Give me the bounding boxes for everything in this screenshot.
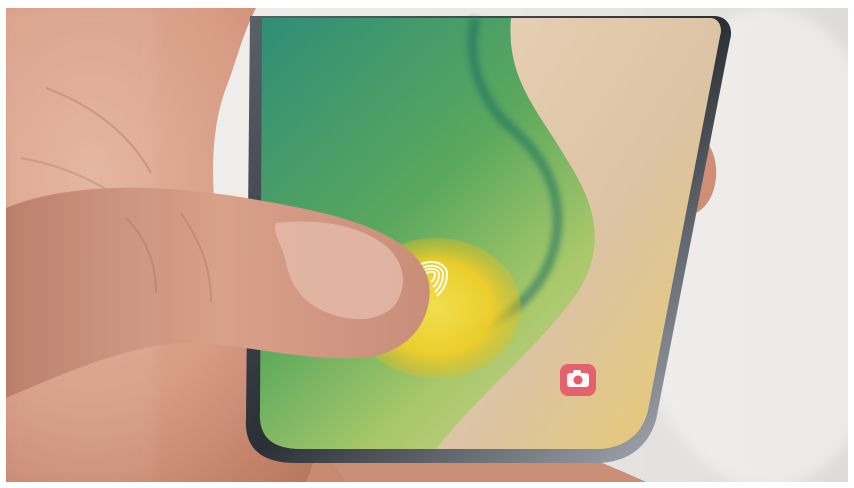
photo xyxy=(6,8,848,482)
camera-icon xyxy=(560,364,596,396)
dof-blur-left xyxy=(6,8,156,482)
scene-svg xyxy=(6,8,848,482)
